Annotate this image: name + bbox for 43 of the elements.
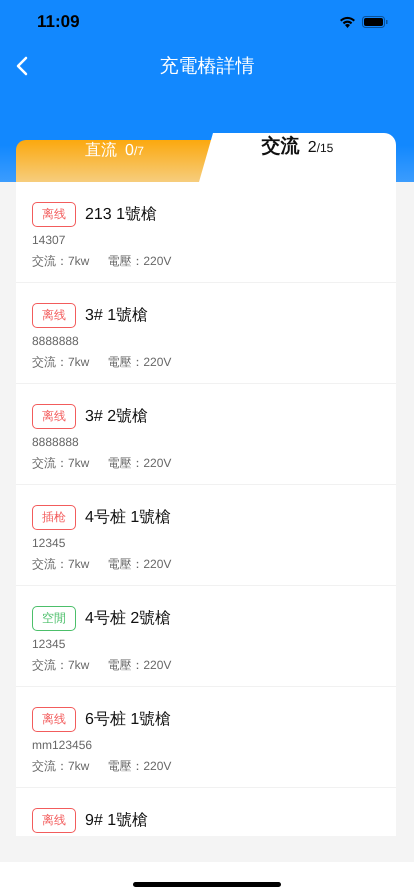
power-text: 交流：7kw bbox=[32, 455, 90, 472]
charger-row[interactable]: 离线 6号桩 1號槍 mm123456 交流：7kw 電壓：220V bbox=[16, 687, 396, 788]
gun-name: 9# 1號槍 bbox=[85, 811, 148, 831]
charger-row[interactable]: 插枪 4号桩 1號槍 12345 交流：7kw 電壓：220V bbox=[16, 485, 396, 586]
gun-code: 12345 bbox=[32, 637, 66, 651]
status-time: 11:09 bbox=[37, 12, 80, 32]
power-text: 交流：7kw bbox=[32, 556, 90, 573]
status-tag: 插枪 bbox=[32, 505, 76, 530]
gun-name: 3# 2號槍 bbox=[85, 407, 148, 427]
charger-row[interactable]: 空閒 4号桩 2號槍 12345 交流：7kw 電壓：220V bbox=[16, 586, 396, 687]
power-text: 交流：7kw bbox=[32, 253, 90, 270]
voltage-text: 電壓：220V bbox=[107, 253, 172, 270]
power-text: 交流：7kw bbox=[32, 758, 90, 775]
gun-code: mm123456 bbox=[32, 738, 94, 752]
voltage-text: 電壓：220V bbox=[107, 657, 172, 674]
gun-name: 3# 1號槍 bbox=[85, 306, 148, 326]
page-title: 充電樁詳情 bbox=[160, 55, 254, 79]
gun-name: 213 1號槍 bbox=[85, 205, 158, 225]
gun-name: 6号桩 1號槍 bbox=[85, 710, 172, 730]
voltage-text: 電壓：220V bbox=[107, 354, 172, 371]
status-tag: 离线 bbox=[32, 404, 76, 429]
tab[interactable]: 交流 2/15 bbox=[199, 133, 396, 182]
voltage-text: 電壓：220V bbox=[107, 556, 172, 573]
gun-name: 4号桩 2號槍 bbox=[85, 608, 172, 629]
status-tag: 离线 bbox=[32, 303, 76, 328]
gun-name: 4号桩 1號槍 bbox=[85, 508, 172, 528]
voltage-text: 電壓：220V bbox=[107, 455, 172, 472]
gun-code: 14307 bbox=[32, 233, 66, 247]
status-tag: 离线 bbox=[32, 707, 76, 732]
status-tag: 空閒 bbox=[32, 606, 76, 631]
power-text: 交流：7kw bbox=[32, 354, 90, 371]
wifi-icon bbox=[339, 16, 356, 28]
battery-icon bbox=[362, 16, 388, 28]
gun-code: 8888888 bbox=[32, 334, 80, 348]
voltage-text: 電壓：220V bbox=[107, 758, 172, 775]
charger-row[interactable]: 离线 3# 1號槍 8888888 交流：7kw 電壓：220V bbox=[16, 283, 396, 384]
status-tag: 离线 bbox=[32, 808, 76, 833]
charger-row[interactable]: 离线 213 1號槍 14307 交流：7kw 電壓：220V bbox=[16, 182, 396, 283]
gun-code: 12345 bbox=[32, 536, 66, 550]
power-text: 交流：7kw bbox=[32, 657, 90, 674]
gun-code: 8888888 bbox=[32, 435, 80, 449]
charger-row[interactable]: 离线 3# 2號槍 8888888 交流：7kw 電壓：220V bbox=[16, 384, 396, 485]
status-tag: 离线 bbox=[32, 202, 76, 227]
